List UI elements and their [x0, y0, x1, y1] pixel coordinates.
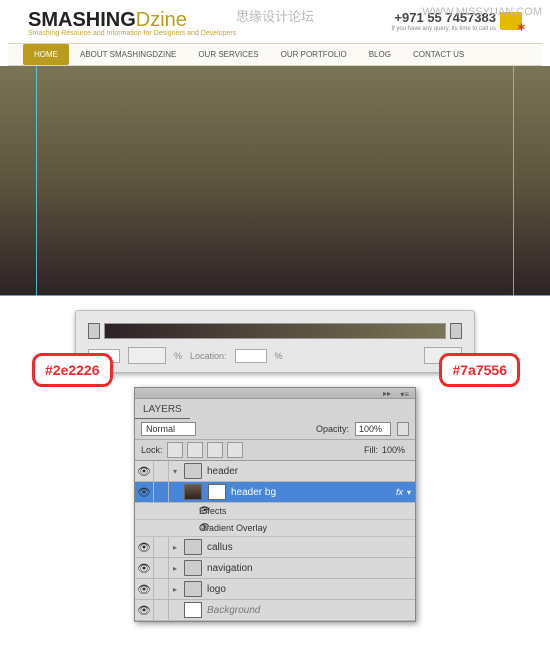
visibility-icon[interactable]: 👁: [135, 486, 153, 499]
hero-gradient: [0, 66, 550, 296]
layer-row-logo[interactable]: 👁 ▸ logo: [135, 579, 415, 600]
fx-disclosure-icon[interactable]: ▾: [407, 488, 415, 497]
website-mockup: SMASHINGDzine Smashing Resource and Info…: [0, 0, 550, 296]
effects-row[interactable]: 👁 Effects: [135, 503, 415, 520]
folder-icon: [184, 560, 202, 576]
nav-home[interactable]: HOME: [23, 44, 69, 65]
gradient-stop-left[interactable]: [88, 323, 100, 339]
lock-position-icon[interactable]: [207, 442, 223, 458]
layer-name[interactable]: callus: [205, 542, 415, 553]
folder-icon: [184, 463, 202, 479]
disclosure-icon[interactable]: ▸: [169, 585, 181, 594]
fx-badge[interactable]: fx: [396, 487, 407, 497]
percent-label: %: [174, 351, 182, 361]
opacity-value[interactable]: 100%: [355, 422, 391, 436]
nav-services[interactable]: OUR SERVICES: [187, 44, 269, 65]
effect-gradient-overlay[interactable]: 👁 Gradient Overlay: [135, 520, 415, 537]
gradient-stop-right[interactable]: [450, 323, 462, 339]
logo-text-a: SMASHING: [28, 9, 136, 31]
guide-line: [0, 295, 550, 296]
logo-block: SMASHINGDzine Smashing Resource and Info…: [28, 10, 236, 37]
nav-blog[interactable]: BLOG: [358, 44, 402, 65]
opacity-label: Opacity:: [316, 424, 349, 434]
guide-line: [513, 66, 514, 296]
guide-line: [36, 66, 37, 296]
layer-name[interactable]: header: [205, 466, 415, 477]
logo-tagline: Smashing Resource and Information for De…: [28, 30, 236, 37]
layers-panel: ▸▸ ▾≡ LAYERS Normal Opacity: 100% Lock: …: [134, 387, 416, 622]
hex-callout-right: #7a7556: [439, 353, 520, 387]
layer-name[interactable]: Background: [205, 605, 415, 616]
fill-value[interactable]: 100%: [382, 445, 405, 455]
gradient-editor: % Location: % #2e2226 #7a7556: [75, 310, 475, 373]
panel-menu-icon[interactable]: ▾≡: [400, 390, 409, 399]
folder-icon: [184, 539, 202, 555]
layer-row-navigation[interactable]: 👁 ▸ navigation: [135, 558, 415, 579]
lock-pixels-icon[interactable]: [187, 442, 203, 458]
lock-label: Lock:: [141, 445, 163, 455]
layer-row-background[interactable]: 👁 Background: [135, 600, 415, 621]
watermark-text: 思缘设计论坛: [236, 6, 314, 25]
nav-about[interactable]: ABOUT SMASHINGDZINE: [69, 44, 187, 65]
lock-transparency-icon[interactable]: [167, 442, 183, 458]
gradient-preview-bar[interactable]: [104, 323, 446, 339]
opacity-stepper[interactable]: [397, 422, 409, 436]
layer-name[interactable]: logo: [205, 584, 415, 595]
phone-subtext: If you have any query, its time to call …: [391, 26, 496, 33]
visibility-icon[interactable]: 👁: [135, 520, 217, 537]
gradient-stepper[interactable]: [128, 347, 166, 364]
location-field[interactable]: [235, 349, 267, 363]
location-label: Location:: [190, 351, 227, 361]
nav-contact[interactable]: CONTACT US: [402, 44, 475, 65]
layer-thumb: [184, 484, 202, 500]
hex-callout-left: #2e2226: [32, 353, 113, 387]
layer-name[interactable]: navigation: [205, 563, 415, 574]
disclosure-icon[interactable]: ▸: [169, 543, 181, 552]
logo-text-b: Dzine: [136, 9, 187, 31]
visibility-icon[interactable]: 👁: [135, 583, 153, 596]
watermark-url: WWW.MISSYUAN.COM: [422, 6, 542, 18]
blend-mode-select[interactable]: Normal: [141, 422, 196, 436]
layer-list: 👁 ▾ header 👁 header bg fx ▾ 👁 Effects 👁 …: [135, 461, 415, 621]
panel-titlebar[interactable]: ▸▸ ▾≡: [135, 388, 415, 399]
lock-all-icon[interactable]: [227, 442, 243, 458]
visibility-icon[interactable]: 👁: [135, 604, 153, 617]
disclosure-icon[interactable]: ▸: [169, 564, 181, 573]
visibility-icon[interactable]: 👁: [135, 465, 153, 478]
visibility-icon[interactable]: 👁: [135, 541, 153, 554]
layer-thumb: [184, 602, 202, 618]
layers-tab[interactable]: LAYERS: [135, 401, 190, 419]
panel-collapse-icon[interactable]: ▸▸: [383, 389, 391, 398]
badge-mark-icon: ✶: [517, 21, 526, 34]
layer-name[interactable]: header bg: [229, 487, 396, 498]
disclosure-icon[interactable]: ▾: [169, 467, 181, 476]
visibility-icon[interactable]: 👁: [135, 503, 217, 520]
layer-mask-thumb: [208, 484, 226, 500]
layer-row-callus[interactable]: 👁 ▸ callus: [135, 537, 415, 558]
percent-label: %: [275, 351, 283, 361]
layer-row-header-bg[interactable]: 👁 header bg fx ▾: [135, 482, 415, 503]
main-nav: HOME ABOUT SMASHINGDZINE OUR SERVICES OU…: [23, 44, 527, 65]
layer-row-header[interactable]: 👁 ▾ header: [135, 461, 415, 482]
folder-icon: [184, 581, 202, 597]
nav-portfolio[interactable]: OUR PORTFOLIO: [270, 44, 358, 65]
fill-label: Fill:: [364, 445, 378, 455]
visibility-icon[interactable]: 👁: [135, 562, 153, 575]
